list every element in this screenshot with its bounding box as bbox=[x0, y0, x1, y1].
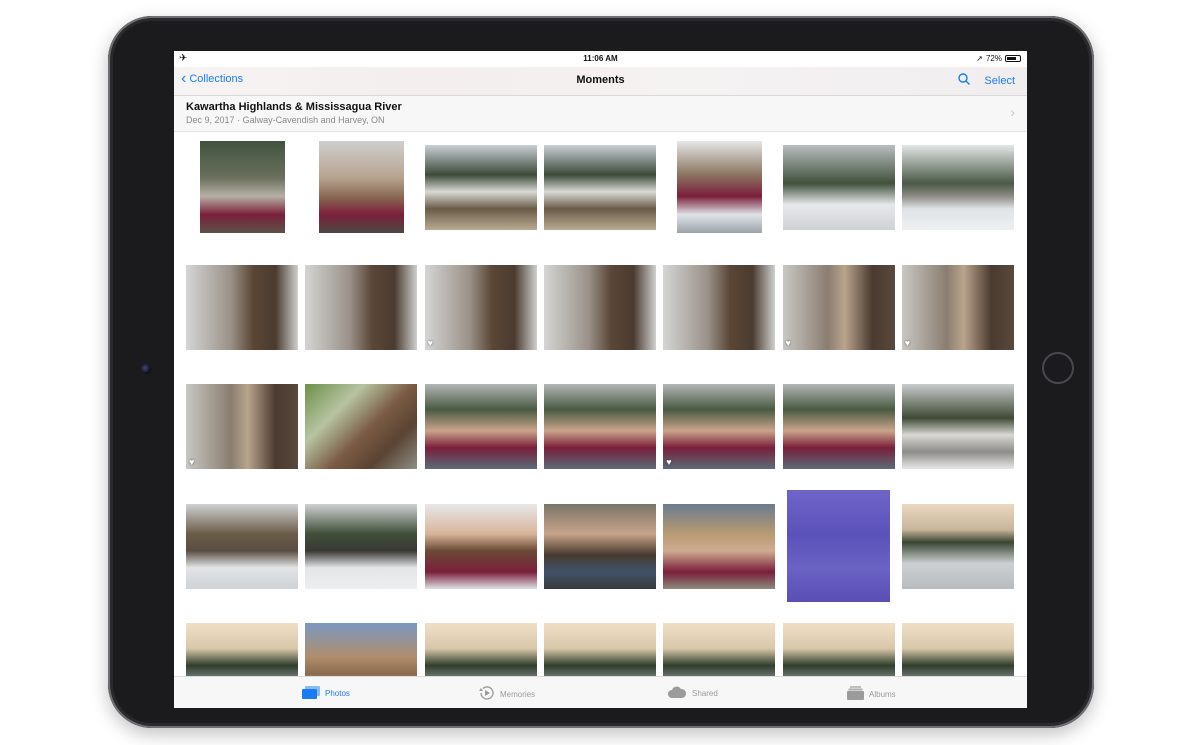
favorite-heart-icon: ♥ bbox=[666, 457, 672, 467]
photo-thumbnail[interactable] bbox=[186, 264, 298, 350]
albums-icon bbox=[847, 686, 864, 702]
photo-thumbnail[interactable] bbox=[543, 145, 656, 230]
tab-label: Photos bbox=[325, 689, 350, 698]
photo-cell[interactable] bbox=[424, 384, 537, 469]
photo-cell[interactable] bbox=[543, 503, 656, 589]
photo-cell[interactable] bbox=[543, 384, 656, 469]
tab-bar: Photos Memories Shared Albums bbox=[174, 676, 1027, 708]
photo-thumbnail[interactable] bbox=[186, 503, 298, 589]
photo-thumbnail[interactable]: ♥ bbox=[782, 264, 895, 350]
photo-cell[interactable] bbox=[782, 384, 895, 469]
photo-thumbnail[interactable] bbox=[663, 264, 776, 350]
photos-icon bbox=[302, 686, 320, 701]
photo-thumbnail[interactable] bbox=[318, 141, 404, 233]
moment-header[interactable]: Kawartha Highlands & Mississagua River D… bbox=[174, 96, 1027, 132]
photo-thumbnail[interactable] bbox=[663, 503, 776, 589]
front-camera bbox=[141, 364, 151, 374]
photo-thumbnail[interactable] bbox=[424, 503, 537, 589]
photo-cell[interactable] bbox=[305, 384, 418, 469]
photo-thumbnail[interactable]: ♥ bbox=[901, 264, 1014, 350]
photo-cell[interactable] bbox=[901, 145, 1014, 230]
memories-icon bbox=[479, 686, 495, 702]
photo-thumbnail[interactable] bbox=[901, 145, 1014, 230]
photo-cell[interactable] bbox=[543, 145, 656, 230]
photo-thumbnail[interactable] bbox=[543, 384, 656, 469]
tab-albums[interactable]: Albums bbox=[847, 686, 896, 702]
photo-cell[interactable] bbox=[663, 141, 775, 233]
photo-thumbnail[interactable] bbox=[676, 141, 762, 233]
photo-cell[interactable] bbox=[901, 503, 1014, 589]
chevron-right-icon: › bbox=[1010, 104, 1015, 120]
moment-subtitle: Dec 9, 2017 · Galway-Cavendish and Harve… bbox=[186, 115, 384, 125]
status-bar: ✈ 11:06 AM ➚ 72% bbox=[174, 51, 1027, 67]
photo-thumbnail[interactable] bbox=[543, 503, 656, 589]
battery-percent: 72% bbox=[985, 54, 1002, 63]
photo-thumbnail[interactable] bbox=[782, 145, 895, 230]
cloud-icon bbox=[667, 686, 687, 701]
status-time: 11:06 AM bbox=[583, 54, 618, 63]
moment-place: Galway-Cavendish and Harvey, ON bbox=[242, 115, 385, 125]
photo-thumbnail[interactable] bbox=[424, 145, 537, 230]
photo-cell[interactable] bbox=[424, 145, 537, 230]
photo-cell[interactable] bbox=[305, 264, 418, 350]
photo-cell[interactable] bbox=[186, 503, 298, 589]
photo-thumbnail[interactable] bbox=[787, 489, 890, 602]
photo-cell[interactable] bbox=[186, 141, 298, 233]
location-arrow-icon: ➚ bbox=[976, 54, 983, 63]
photo-thumbnail[interactable] bbox=[901, 384, 1014, 469]
tab-shared[interactable]: Shared bbox=[667, 686, 718, 701]
photo-cell[interactable] bbox=[782, 145, 895, 230]
photo-cell[interactable] bbox=[783, 489, 895, 602]
select-button[interactable]: Select bbox=[984, 75, 1015, 87]
photo-cell[interactable] bbox=[663, 264, 776, 350]
photo-cell[interactable]: ♥ bbox=[424, 264, 537, 350]
photo-thumbnail[interactable]: ♥ bbox=[186, 384, 298, 469]
photo-cell[interactable] bbox=[305, 503, 418, 589]
tab-photos[interactable]: Photos bbox=[302, 686, 350, 701]
photo-cell[interactable] bbox=[186, 264, 298, 350]
favorite-heart-icon: ♥ bbox=[785, 337, 791, 348]
tab-label: Shared bbox=[692, 689, 718, 698]
photo-cell[interactable] bbox=[901, 384, 1014, 469]
tab-memories[interactable]: Memories bbox=[479, 686, 535, 702]
favorite-heart-icon: ♥ bbox=[427, 337, 433, 348]
tab-label: Albums bbox=[869, 689, 896, 699]
photo-cell[interactable]: ♥ bbox=[901, 264, 1014, 350]
status-right: ➚ 72% bbox=[976, 54, 1021, 63]
photo-thumbnail[interactable] bbox=[782, 384, 895, 469]
photo-cell[interactable]: ♥ bbox=[782, 264, 895, 350]
home-button[interactable] bbox=[1042, 352, 1074, 384]
photo-thumbnail[interactable] bbox=[305, 503, 418, 589]
photo-thumbnail[interactable] bbox=[424, 384, 537, 469]
photo-thumbnail[interactable] bbox=[305, 264, 418, 350]
photo-cell[interactable] bbox=[305, 141, 417, 233]
photo-cell[interactable]: ♥ bbox=[663, 384, 776, 469]
favorite-heart-icon: ♥ bbox=[904, 337, 911, 348]
photo-cell[interactable]: ♥ bbox=[186, 384, 298, 469]
navigation-bar: ‹ Collections Moments Select bbox=[174, 67, 1027, 96]
photo-thumbnail[interactable]: ♥ bbox=[424, 264, 537, 350]
photo-cell[interactable] bbox=[663, 503, 776, 589]
photo-thumbnail[interactable] bbox=[305, 384, 418, 469]
nav-actions: Select bbox=[958, 73, 1015, 88]
photo-thumbnail[interactable]: ♥ bbox=[663, 384, 776, 469]
photo-thumbnail[interactable] bbox=[901, 503, 1014, 589]
tab-label: Memories bbox=[500, 689, 536, 699]
battery-icon bbox=[1005, 55, 1021, 62]
photo-cell[interactable] bbox=[424, 503, 537, 589]
moment-location: Kawartha Highlands & Mississagua River bbox=[186, 101, 402, 113]
search-icon[interactable] bbox=[958, 73, 971, 88]
screen: ✈ 11:06 AM ➚ 72% ‹ Collections Moments S… bbox=[174, 51, 1027, 708]
photo-thumbnail[interactable] bbox=[199, 141, 285, 233]
ipad-device-frame: ✈ 11:06 AM ➚ 72% ‹ Collections Moments S… bbox=[108, 16, 1094, 728]
photo-cell[interactable] bbox=[543, 264, 656, 350]
photo-thumbnail[interactable] bbox=[543, 264, 656, 350]
favorite-heart-icon: ♥ bbox=[189, 457, 195, 467]
page-title: Moments bbox=[576, 74, 625, 86]
moment-date: Dec 9, 2017 bbox=[186, 115, 235, 125]
